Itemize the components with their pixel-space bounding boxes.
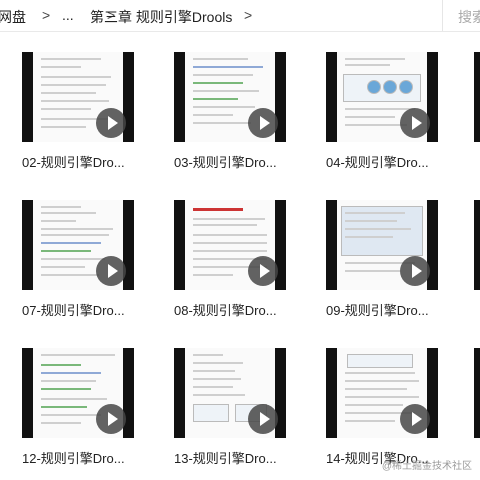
search-box[interactable]: 搜索 xyxy=(442,0,480,31)
breadcrumb-separator: > xyxy=(244,7,253,23)
video-thumbnail[interactable] xyxy=(174,348,286,438)
video-file-tile[interactable]: 03-规则引擎Dro... xyxy=(174,52,286,170)
breadcrumb-bar: 网盘 > ... > 第三章 规则引擎Drools > 搜索 xyxy=(0,0,480,32)
file-title[interactable]: 08-规则引擎Dro... xyxy=(174,300,294,319)
video-thumbnail[interactable] xyxy=(22,348,134,438)
play-icon[interactable] xyxy=(248,256,278,286)
play-icon[interactable] xyxy=(400,108,430,138)
video-thumbnail[interactable] xyxy=(22,52,134,142)
video-file-tile[interactable]: 08-规则引擎Dro... xyxy=(174,200,286,318)
video-file-tile[interactable]: 13-规则引擎Dro... xyxy=(174,348,286,466)
play-icon[interactable] xyxy=(400,256,430,286)
partial-thumbnail-edge xyxy=(474,200,480,290)
play-icon[interactable] xyxy=(400,404,430,434)
search-label: 搜索 xyxy=(458,9,480,25)
video-thumbnail[interactable] xyxy=(174,52,286,142)
breadcrumb-item-netdisk[interactable]: 网盘 xyxy=(0,7,26,27)
video-thumbnail[interactable] xyxy=(326,348,438,438)
video-file-tile[interactable]: 02-规则引擎Dro... xyxy=(22,52,134,170)
video-file-tile[interactable]: 12-规则引擎Dro... xyxy=(22,348,134,466)
file-title[interactable]: 12-规则引擎Dro... xyxy=(22,448,142,467)
video-thumbnail[interactable] xyxy=(326,52,438,142)
file-title[interactable]: 04-规则引擎Dro... xyxy=(326,152,446,171)
breadcrumb-item-ellipsis[interactable]: ... xyxy=(62,7,74,23)
video-thumbnail[interactable] xyxy=(326,200,438,290)
video-thumbnail[interactable] xyxy=(174,200,286,290)
play-icon[interactable] xyxy=(248,108,278,138)
video-file-tile[interactable]: 14-规则引擎Dro... xyxy=(326,348,438,466)
video-file-tile[interactable]: 04-规则引擎Dro... xyxy=(326,52,438,170)
file-title[interactable]: 03-规则引擎Dro... xyxy=(174,152,294,171)
partial-thumbnail-edge xyxy=(474,348,480,438)
file-title[interactable]: 09-规则引擎Dro... xyxy=(326,300,446,319)
video-file-tile[interactable]: 09-规则引擎Dro... xyxy=(326,200,438,318)
breadcrumb-separator: > xyxy=(42,7,51,23)
watermark: @稀土掘金技术社区 xyxy=(381,461,472,472)
video-file-tile[interactable]: 07-规则引擎Dro... xyxy=(22,200,134,318)
play-icon[interactable] xyxy=(96,404,126,434)
play-icon[interactable] xyxy=(96,256,126,286)
breadcrumb-item-chapter3[interactable]: 第三章 规则引擎Drools xyxy=(90,7,232,27)
video-thumbnail[interactable] xyxy=(22,200,134,290)
file-title[interactable]: 07-规则引擎Dro... xyxy=(22,300,142,319)
file-title[interactable]: 13-规则引擎Dro... xyxy=(174,448,294,467)
play-icon[interactable] xyxy=(96,108,126,138)
file-title[interactable]: 02-规则引擎Dro... xyxy=(22,152,142,171)
play-icon[interactable] xyxy=(248,404,278,434)
partial-thumbnail-edge xyxy=(474,52,480,142)
